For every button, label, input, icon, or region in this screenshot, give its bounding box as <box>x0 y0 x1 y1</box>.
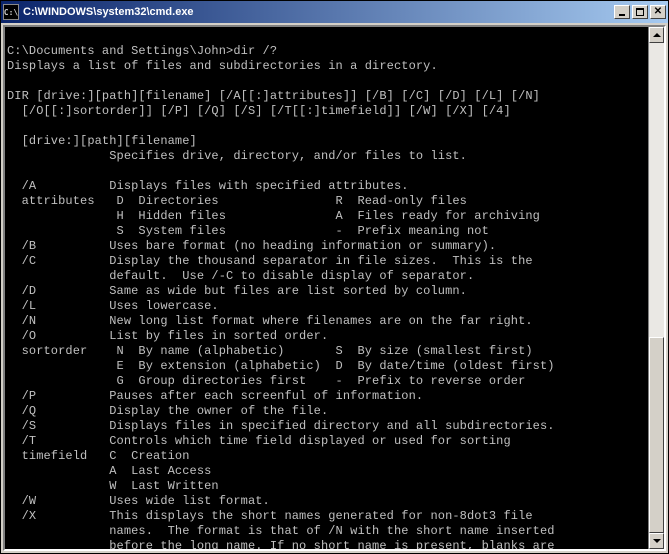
scroll-down-button[interactable] <box>649 533 664 549</box>
scroll-up-button[interactable] <box>649 27 664 43</box>
close-icon: ✕ <box>654 7 662 17</box>
maximize-button[interactable] <box>632 5 648 19</box>
close-button[interactable]: ✕ <box>650 5 666 19</box>
titlebar[interactable]: C:\ C:\WINDOWS\system32\cmd.exe ✕ <box>1 1 668 23</box>
arrow-up-icon <box>653 33 661 37</box>
vertical-scrollbar[interactable] <box>648 27 664 549</box>
cmd-window: C:\ C:\WINDOWS\system32\cmd.exe ✕ C:\Doc… <box>0 0 669 554</box>
arrow-down-icon <box>653 539 661 543</box>
scroll-thumb[interactable] <box>649 337 664 533</box>
window-title: C:\WINDOWS\system32\cmd.exe <box>23 6 612 18</box>
maximize-icon <box>636 8 644 16</box>
terminal-output[interactable]: C:\Documents and Settings\John>dir /? Di… <box>5 27 648 549</box>
app-icon: C:\ <box>3 4 19 20</box>
minimize-icon <box>618 8 626 16</box>
scroll-track[interactable] <box>649 43 664 533</box>
minimize-button[interactable] <box>614 5 630 19</box>
client-area: C:\Documents and Settings\John>dir /? Di… <box>3 25 666 551</box>
